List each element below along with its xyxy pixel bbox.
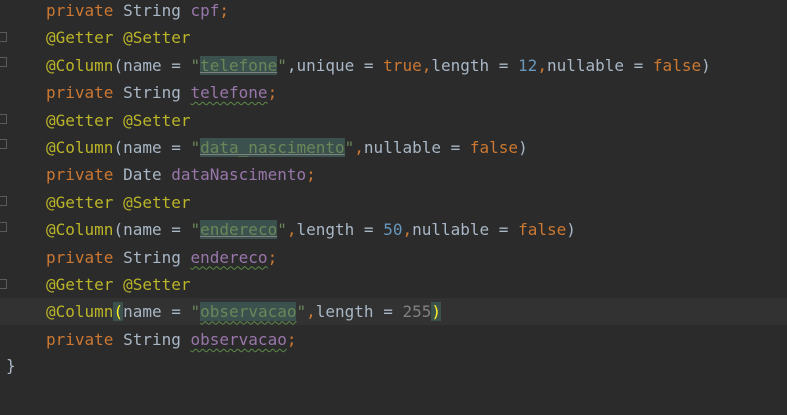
code-text: private Date dataNascimento; (46, 161, 316, 188)
code-text: @Column(name = "telefone",unique = true,… (46, 52, 711, 79)
code-token: private (46, 247, 114, 267)
code-token: private (46, 1, 114, 20)
code-token: telefone (190, 83, 268, 103)
code-token: false (469, 138, 519, 157)
code-token: nullable = (546, 55, 653, 75)
code-line[interactable]: private String observacao; (0, 326, 787, 353)
code-token: name = (123, 302, 191, 322)
code-token: , (537, 55, 547, 75)
code-text: @Getter @Setter (46, 24, 191, 51)
code-text: private String cpf; (46, 0, 229, 24)
code-token: 12 (518, 55, 538, 75)
code-token: ( (113, 302, 124, 322)
code-token: ,unique = (286, 55, 384, 75)
code-token: (name = (113, 138, 191, 157)
code-text: @Getter @Setter (46, 107, 191, 134)
code-token: @Column (46, 55, 114, 75)
code-token: String (113, 1, 191, 20)
code-token: dataNascimento (171, 165, 307, 185)
code-token: (name = (113, 220, 191, 240)
code-token: @Getter @Setter (46, 110, 191, 130)
code-text: @Column(name = "observacao",length = 255… (46, 298, 442, 325)
code-token: , (354, 138, 364, 157)
code-token: @Getter @Setter (46, 28, 191, 48)
code-token: " (190, 302, 201, 322)
code-token: , (306, 302, 316, 322)
code-text: private String telefone; (46, 79, 277, 106)
code-text: @Getter @Setter (46, 271, 191, 298)
code-token: " (277, 220, 287, 240)
code-token: " (190, 138, 201, 157)
code-token: false (518, 220, 567, 240)
code-token: , (421, 55, 432, 75)
code-token: ; (267, 83, 278, 103)
code-line[interactable]: @Column(name = "telefone",unique = true,… (0, 52, 787, 79)
code-token: " (190, 220, 201, 240)
code-token: telefone (200, 55, 278, 75)
code-token: @Getter @Setter (46, 192, 191, 212)
code-token: nullable = (412, 220, 519, 240)
code-token: true (383, 55, 422, 75)
code-text: @Getter @Setter (46, 189, 191, 216)
code-token: @Column (46, 302, 114, 322)
code-token: private (46, 165, 114, 185)
code-token: String (113, 83, 191, 103)
code-token: @Getter @Setter (46, 275, 191, 294)
code-token: private (46, 83, 114, 103)
code-line[interactable]: private Date dataNascimento; (0, 161, 787, 188)
code-line-closing[interactable]: } (0, 352, 787, 379)
code-token: data_nascimento (200, 138, 345, 157)
code-line[interactable]: @Getter @Setter (0, 271, 787, 298)
code-token: nullable = (363, 138, 470, 157)
code-token: @Column (46, 138, 114, 157)
code-line[interactable]: @Getter @Setter (0, 24, 787, 51)
code-line[interactable]: @Column(name = "endereco",length = 50,nu… (0, 216, 787, 243)
code-token: observacao (190, 329, 287, 349)
code-token: length = (431, 55, 519, 75)
code-token: cpf (190, 1, 220, 20)
code-line[interactable]: private String cpf; (0, 0, 787, 24)
code-token: 50 (383, 220, 403, 240)
code-line[interactable]: @Getter @Setter (0, 189, 787, 216)
code-token: String (113, 329, 191, 349)
code-token: false (652, 55, 702, 75)
code-token: ) (431, 302, 442, 322)
code-token: " (296, 302, 307, 322)
code-token: ) (518, 138, 528, 157)
code-editor[interactable]: private String cpf; @Getter @Setter @Colum… (0, 0, 787, 415)
code-token: " (277, 55, 287, 75)
code-token: (name = (113, 55, 191, 75)
closing-brace: } (6, 356, 16, 375)
code-token: ; (219, 1, 230, 20)
code-text: private String endereco; (46, 244, 277, 271)
code-token: length = (296, 220, 384, 240)
code-line[interactable]: private String telefone; (0, 79, 787, 106)
code-token: " (344, 138, 355, 157)
code-token: , (402, 220, 413, 240)
code-token: @Column (46, 220, 114, 240)
code-token: endereco (190, 247, 268, 267)
code-token: 255 (402, 302, 432, 322)
code-token: ) (701, 55, 711, 75)
code-token: Date (113, 165, 172, 185)
code-line[interactable]: @Getter @Setter (0, 107, 787, 134)
code-token: " (190, 55, 201, 75)
code-text: @Column(name = "data_nascimento",nullabl… (46, 134, 528, 161)
code-token: String (113, 247, 191, 267)
code-token: private (46, 329, 114, 349)
code-line[interactable]: @Column(name = "data_nascimento",nullabl… (0, 134, 787, 161)
code-token: ; (267, 247, 278, 267)
code-line-current[interactable]: @Column(name = "observacao",length = 255… (0, 298, 787, 326)
code-text: @Column(name = "endereco",length = 50,nu… (46, 216, 576, 243)
code-token: ; (306, 165, 316, 185)
code-token: ) (566, 220, 576, 240)
code-token: length = (315, 302, 403, 322)
code-token: endereco (200, 220, 278, 240)
code-line[interactable]: private String endereco; (0, 244, 787, 271)
code-token: observacao (200, 302, 297, 322)
code-token: ; (286, 329, 297, 349)
code-text: private String observacao; (46, 326, 296, 353)
